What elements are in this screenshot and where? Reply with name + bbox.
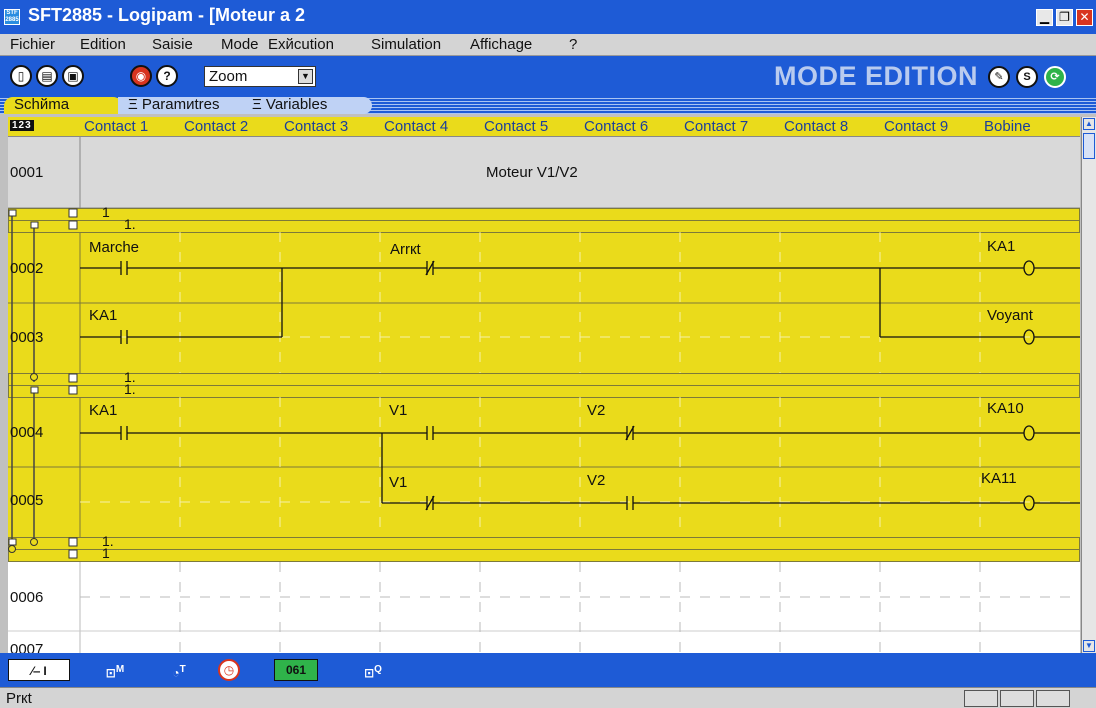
mode-label: MODE EDITION xyxy=(773,61,978,91)
menu-execution[interactable]: Exйcution xyxy=(268,36,334,53)
row-number-0005: 0005 xyxy=(10,492,44,509)
input-contact-label: I xyxy=(43,664,47,678)
ladder-diagram xyxy=(8,137,1080,653)
column-header-contact-8: Contact 8 xyxy=(784,118,849,135)
contact-label[interactable]: KA1 xyxy=(89,402,117,419)
memory-label: M xyxy=(115,664,125,675)
column-header-contact-7: Contact 7 xyxy=(684,118,749,135)
column-header-contact-3: Contact 3 xyxy=(284,118,349,135)
column-header-contact-6: Contact 6 xyxy=(584,118,649,135)
contact-label[interactable]: V1 xyxy=(389,402,407,419)
minimize-button[interactable]: ▁ xyxy=(1036,9,1053,26)
tab-schema[interactable]: Schйma xyxy=(4,97,122,114)
contact-label[interactable]: V2 xyxy=(587,402,605,419)
block-marker: 1. xyxy=(124,216,136,232)
coil-label[interactable]: KA10 xyxy=(987,400,1024,417)
contact-label[interactable]: V1 xyxy=(389,474,407,491)
column-header-contact-4: Contact 4 xyxy=(384,118,449,135)
block-marker: 1. xyxy=(124,381,136,397)
column-header-contact-9: Contact 9 xyxy=(884,118,949,135)
tab-variables[interactable]: Ξ Variables xyxy=(242,97,372,114)
status-panel xyxy=(1000,690,1034,707)
timer-button[interactable]: ◔T xyxy=(158,659,200,681)
edit-mode-icon[interactable]: ✎ xyxy=(988,66,1010,88)
app-icon: STF 2885 xyxy=(4,9,20,25)
tab-icon: Ξ xyxy=(128,96,142,113)
menu-help[interactable]: ? xyxy=(569,36,577,53)
scroll-down-icon[interactable]: ▼ xyxy=(1083,640,1095,652)
output-label: Q xyxy=(374,664,382,675)
timer-label: T xyxy=(179,664,186,675)
empty-rows xyxy=(8,562,1080,653)
element-toolbar: ⁄‒ I ⊡M ◔T ◷ 061 ⊡Q xyxy=(0,653,1096,687)
block-marker: 1 xyxy=(102,204,110,220)
coil-label[interactable]: KA1 xyxy=(987,238,1015,255)
save-icon[interactable]: ▣ xyxy=(62,65,84,87)
coil-label[interactable]: Voyant xyxy=(987,307,1033,324)
column-header: 123 Contact 1 Contact 2 Contact 3 Contac… xyxy=(8,117,1080,137)
coil-icon: ⊡ xyxy=(364,666,375,680)
toolbar: ▯ ▤ ▣ ◉ ? Zoom ▼ MODE EDITION ✎ S ⟳ xyxy=(0,56,1096,96)
comment-text: Moteur V1/V2 xyxy=(486,164,578,181)
run-icon[interactable]: ⟳ xyxy=(1044,66,1066,88)
contact-label[interactable]: V2 xyxy=(587,472,605,489)
row-number-0007: 0007 xyxy=(10,641,44,653)
row-number-0003: 0003 xyxy=(10,329,44,346)
restore-button[interactable]: ❐ xyxy=(1056,9,1073,26)
contact-label[interactable]: KA1 xyxy=(89,307,117,324)
tab-parametres[interactable]: Ξ Paramиtres xyxy=(118,97,246,114)
contact-icon: ⁄‒ xyxy=(31,664,44,678)
contact-label[interactable]: Marche xyxy=(89,239,139,256)
scroll-up-icon[interactable]: ▲ xyxy=(1083,118,1095,130)
coil-label[interactable]: KA11 xyxy=(981,470,1017,487)
contact-label[interactable]: Arrкt xyxy=(390,241,421,258)
open-file-icon[interactable]: ▤ xyxy=(36,65,58,87)
block-marker: 1 xyxy=(102,545,110,561)
vertical-scrollbar[interactable]: ▲ ▼ xyxy=(1081,117,1096,653)
output-button[interactable]: ⊡Q xyxy=(352,659,394,681)
input-contact-button[interactable]: ⁄‒ I xyxy=(8,659,70,681)
menu-saisie[interactable]: Saisie xyxy=(152,36,193,53)
status-panel xyxy=(964,690,998,707)
window-title: SFT2885 - Logipam - [Moteur a 2 xyxy=(28,5,306,25)
row-number-0001: 0001 xyxy=(10,164,44,181)
simulation-button[interactable]: S xyxy=(1016,66,1038,88)
status-bar: Prкt xyxy=(0,687,1096,708)
status-text: Prкt xyxy=(6,690,32,707)
numbering-toggle[interactable]: 123 xyxy=(10,120,34,131)
help-icon[interactable]: ? xyxy=(156,65,178,87)
row-number-0006: 0006 xyxy=(10,589,44,606)
tab-icon: Ξ xyxy=(252,96,266,113)
title-bar: STF 2885 SFT2885 - Logipam - [Moteur a 2… xyxy=(0,0,1096,34)
zoom-select[interactable]: Zoom ▼ xyxy=(204,66,316,87)
row-number-0002: 0002 xyxy=(10,260,44,277)
view-eye-icon[interactable]: ◉ xyxy=(130,65,152,87)
menu-simulation[interactable]: Simulation xyxy=(371,36,441,53)
clock-icon[interactable]: ◷ xyxy=(218,659,240,681)
coil-icon: ⊡ xyxy=(105,666,116,680)
tab-variables-label: Variables xyxy=(265,96,328,113)
timer-icon: ◔ xyxy=(172,666,180,680)
menu-edition[interactable]: Edition xyxy=(80,36,126,53)
scroll-thumb[interactable] xyxy=(1083,133,1095,159)
column-header-contact-2: Contact 2 xyxy=(184,118,249,135)
column-header-bobine: Bobine xyxy=(984,118,1031,135)
menu-bar: Fichier Edition Saisie Mode Exйcution Si… xyxy=(0,34,1096,56)
row-number-0004: 0004 xyxy=(10,424,44,441)
status-panel xyxy=(1036,690,1070,707)
menu-mode[interactable]: Mode xyxy=(221,36,259,53)
tab-bar: Schйma Ξ Paramиtres Ξ Variables xyxy=(0,96,1096,114)
menu-fichier[interactable]: Fichier xyxy=(10,36,55,53)
column-header-contact-5: Contact 5 xyxy=(484,118,549,135)
new-file-icon[interactable]: ▯ xyxy=(10,65,32,87)
zoom-label: Zoom xyxy=(209,68,248,85)
tab-parametres-label: Paramиtres xyxy=(141,96,220,113)
counter-button[interactable]: 061 xyxy=(274,659,318,681)
menu-affichage[interactable]: Affichage xyxy=(470,36,532,53)
memory-button[interactable]: ⊡M xyxy=(94,659,136,681)
chevron-down-icon[interactable]: ▼ xyxy=(298,69,313,84)
column-header-contact-1: Contact 1 xyxy=(84,118,149,135)
ladder-grid[interactable]: 0001 Moteur V1/V2 1 1. 1. 1. 1. 1 0002 M… xyxy=(8,137,1080,653)
close-button[interactable]: ✕ xyxy=(1076,9,1093,26)
